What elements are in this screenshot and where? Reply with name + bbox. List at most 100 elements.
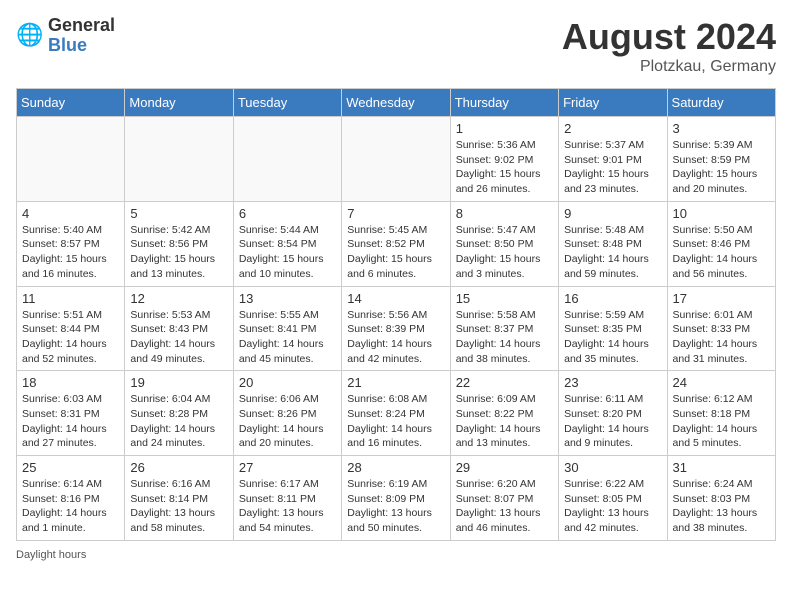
day-header-tuesday: Tuesday	[233, 89, 341, 117]
calendar-cell: 31Sunrise: 6:24 AM Sunset: 8:03 PM Dayli…	[667, 456, 775, 541]
calendar-cell: 28Sunrise: 6:19 AM Sunset: 8:09 PM Dayli…	[342, 456, 450, 541]
day-number: 12	[130, 291, 227, 306]
month-title: August 2024	[562, 16, 776, 58]
calendar-cell: 19 Sunrise: 6:04 AM Sunset: 8:28 PM Dayli…	[125, 371, 233, 456]
day-header-friday: Friday	[559, 89, 667, 117]
day-info: Sunrise: 5:55 AM Sunset: 8:41 PM Dayligh…	[239, 308, 336, 367]
day-info: Sunrise: 6:03 AM Sunset: 8:31 PM Dayligh…	[22, 392, 119, 451]
day-info: Sunrise: 5:50 AM Sunset: 8:46 PM Dayligh…	[673, 223, 770, 282]
location: Plotzkau, Germany	[562, 58, 776, 76]
footer-note: Daylight hours	[16, 549, 776, 561]
day-number: 9	[564, 206, 661, 221]
day-number: 16	[564, 291, 661, 306]
calendar-cell	[342, 117, 450, 202]
day-header-wednesday: Wednesday	[342, 89, 450, 117]
day-info: Sunrise: 6:20 AM Sunset: 8:07 PM Dayligh…	[456, 477, 553, 536]
calendar-cell: 5 Sunrise: 5:42 AM Sunset: 8:56 PM Daylig…	[125, 201, 233, 286]
day-header-sunday: Sunday	[17, 89, 125, 117]
calendar-cell	[233, 117, 341, 202]
calendar-cell: 21Sunrise: 6:08 AM Sunset: 8:24 PM Dayli…	[342, 371, 450, 456]
day-info: Sunrise: 6:04 AM Sunset: 8:28 PM Dayligh…	[130, 392, 227, 451]
calendar-cell: 15 Sunrise: 5:58 AM Sunset: 8:37 PM Dayli…	[450, 286, 558, 371]
day-number: 13	[239, 291, 336, 306]
logo-icon: 🌐	[16, 22, 44, 50]
svg-text:🌐: 🌐	[16, 22, 43, 47]
calendar-cell: 20Sunrise: 6:06 AM Sunset: 8:26 PM Dayli…	[233, 371, 341, 456]
day-number: 5	[130, 206, 227, 221]
day-number: 11	[22, 291, 119, 306]
calendar-cell: 10Sunrise: 5:50 AM Sunset: 8:46 PM Dayli…	[667, 201, 775, 286]
calendar-cell: 30 Sunrise: 6:22 AM Sunset: 8:05 PM Dayli…	[559, 456, 667, 541]
calendar-cell: 22 Sunrise: 6:09 AM Sunset: 8:22 PM Dayli…	[450, 371, 558, 456]
page-header: 🌐 General Blue August 2024 Plotzkau, Ger…	[16, 16, 776, 76]
calendar-header-row: SundayMondayTuesdayWednesdayThursdayFrid…	[17, 89, 776, 117]
day-number: 17	[673, 291, 770, 306]
day-number: 19	[130, 375, 227, 390]
day-info: Sunrise: 5:40 AM Sunset: 8:57 PM Dayligh…	[22, 223, 119, 282]
day-info: Sunrise: 6:06 AM Sunset: 8:26 PM Dayligh…	[239, 392, 336, 451]
calendar-cell: 1 Sunrise: 5:36 AM Sunset: 9:02 PM Daylig…	[450, 117, 558, 202]
day-header-thursday: Thursday	[450, 89, 558, 117]
day-info: Sunrise: 5:59 AM Sunset: 8:35 PM Dayligh…	[564, 308, 661, 367]
day-info: Sunrise: 6:16 AM Sunset: 8:14 PM Dayligh…	[130, 477, 227, 536]
day-info: Sunrise: 6:17 AM Sunset: 8:11 PM Dayligh…	[239, 477, 336, 536]
logo: 🌐 General Blue	[16, 16, 115, 56]
calendar-week-2: 11Sunrise: 5:51 AM Sunset: 8:44 PM Dayli…	[17, 286, 776, 371]
calendar-cell: 16 Sunrise: 5:59 AM Sunset: 8:35 PM Dayli…	[559, 286, 667, 371]
calendar-week-3: 18 Sunrise: 6:03 AM Sunset: 8:31 PM Dayli…	[17, 371, 776, 456]
calendar: SundayMondayTuesdayWednesdayThursdayFrid…	[16, 88, 776, 541]
calendar-week-4: 25 Sunrise: 6:14 AM Sunset: 8:16 PM Dayli…	[17, 456, 776, 541]
calendar-cell: 25 Sunrise: 6:14 AM Sunset: 8:16 PM Dayli…	[17, 456, 125, 541]
day-number: 23	[564, 375, 661, 390]
day-info: Sunrise: 5:44 AM Sunset: 8:54 PM Dayligh…	[239, 223, 336, 282]
day-info: Sunrise: 5:53 AM Sunset: 8:43 PM Dayligh…	[130, 308, 227, 367]
calendar-cell: 29 Sunrise: 6:20 AM Sunset: 8:07 PM Dayli…	[450, 456, 558, 541]
day-number: 8	[456, 206, 553, 221]
day-info: Sunrise: 6:14 AM Sunset: 8:16 PM Dayligh…	[22, 477, 119, 536]
calendar-cell: 14Sunrise: 5:56 AM Sunset: 8:39 PM Dayli…	[342, 286, 450, 371]
calendar-cell: 2Sunrise: 5:37 AM Sunset: 9:01 PM Daylig…	[559, 117, 667, 202]
day-info: Sunrise: 5:36 AM Sunset: 9:02 PM Dayligh…	[456, 138, 553, 197]
day-info: Sunrise: 6:22 AM Sunset: 8:05 PM Dayligh…	[564, 477, 661, 536]
day-info: Sunrise: 5:58 AM Sunset: 8:37 PM Dayligh…	[456, 308, 553, 367]
calendar-cell: 18 Sunrise: 6:03 AM Sunset: 8:31 PM Dayli…	[17, 371, 125, 456]
day-number: 28	[347, 460, 444, 475]
logo-general: General	[48, 16, 115, 36]
calendar-cell: 11Sunrise: 5:51 AM Sunset: 8:44 PM Dayli…	[17, 286, 125, 371]
day-info: Sunrise: 6:11 AM Sunset: 8:20 PM Dayligh…	[564, 392, 661, 451]
day-number: 29	[456, 460, 553, 475]
calendar-cell: 23 Sunrise: 6:11 AM Sunset: 8:20 PM Dayli…	[559, 371, 667, 456]
day-info: Sunrise: 5:42 AM Sunset: 8:56 PM Dayligh…	[130, 223, 227, 282]
calendar-cell: 17Sunrise: 6:01 AM Sunset: 8:33 PM Dayli…	[667, 286, 775, 371]
calendar-cell: 4Sunrise: 5:40 AM Sunset: 8:57 PM Daylig…	[17, 201, 125, 286]
calendar-cell	[125, 117, 233, 202]
day-number: 22	[456, 375, 553, 390]
calendar-cell: 3 Sunrise: 5:39 AM Sunset: 8:59 PM Daylig…	[667, 117, 775, 202]
title-block: August 2024 Plotzkau, Germany	[562, 16, 776, 76]
day-number: 24	[673, 375, 770, 390]
day-info: Sunrise: 5:39 AM Sunset: 8:59 PM Dayligh…	[673, 138, 770, 197]
calendar-cell: 6Sunrise: 5:44 AM Sunset: 8:54 PM Daylig…	[233, 201, 341, 286]
calendar-cell: 8 Sunrise: 5:47 AM Sunset: 8:50 PM Daylig…	[450, 201, 558, 286]
day-number: 31	[673, 460, 770, 475]
calendar-cell: 9Sunrise: 5:48 AM Sunset: 8:48 PM Daylig…	[559, 201, 667, 286]
day-number: 15	[456, 291, 553, 306]
day-number: 7	[347, 206, 444, 221]
day-number: 25	[22, 460, 119, 475]
calendar-cell: 27Sunrise: 6:17 AM Sunset: 8:11 PM Dayli…	[233, 456, 341, 541]
day-info: Sunrise: 5:45 AM Sunset: 8:52 PM Dayligh…	[347, 223, 444, 282]
logo-text: General Blue	[48, 16, 115, 56]
day-number: 1	[456, 121, 553, 136]
day-info: Sunrise: 6:12 AM Sunset: 8:18 PM Dayligh…	[673, 392, 770, 451]
calendar-cell	[17, 117, 125, 202]
day-info: Sunrise: 5:47 AM Sunset: 8:50 PM Dayligh…	[456, 223, 553, 282]
day-number: 14	[347, 291, 444, 306]
day-info: Sunrise: 6:09 AM Sunset: 8:22 PM Dayligh…	[456, 392, 553, 451]
day-number: 3	[673, 121, 770, 136]
calendar-cell: 26Sunrise: 6:16 AM Sunset: 8:14 PM Dayli…	[125, 456, 233, 541]
day-number: 21	[347, 375, 444, 390]
day-number: 30	[564, 460, 661, 475]
day-number: 18	[22, 375, 119, 390]
logo-blue: Blue	[48, 36, 115, 56]
calendar-cell: 7 Sunrise: 5:45 AM Sunset: 8:52 PM Daylig…	[342, 201, 450, 286]
